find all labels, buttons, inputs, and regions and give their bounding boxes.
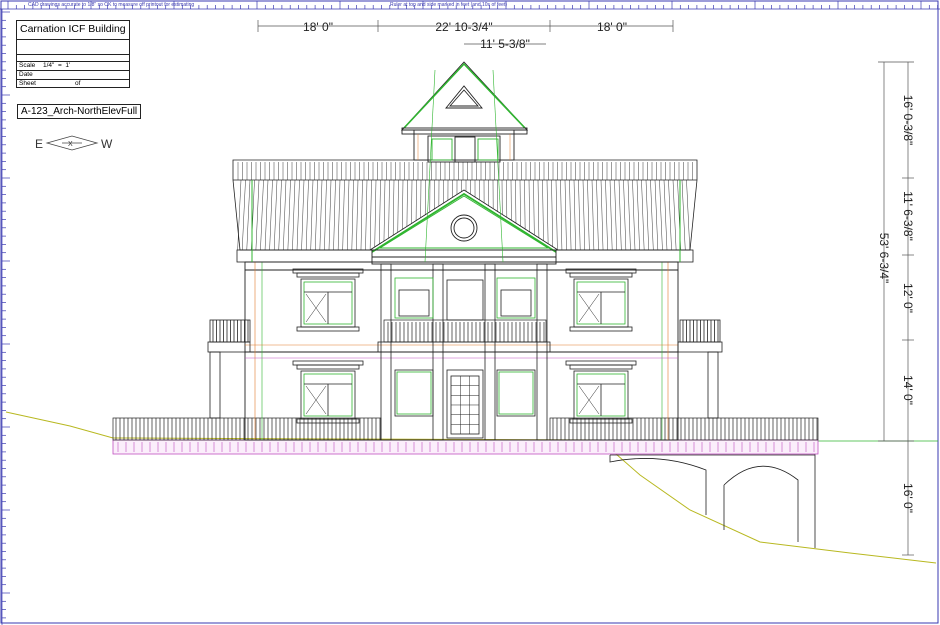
terrace-railing (112, 417, 819, 441)
dim-right-overall: 53' 6-3/4" (877, 233, 891, 284)
sheet-of: of (75, 80, 81, 87)
elevation-drawing: CAD drawings accurate to 1/8" so OK to m… (0, 0, 940, 625)
project-title: Carnation ICF Building (17, 21, 129, 40)
ruler-note-left: CAD drawings accurate to 1/8" so OK to m… (28, 2, 194, 8)
scale-label: Scale (19, 62, 36, 69)
title-block-blank-row (17, 40, 129, 55)
dim-top-center: 22' 10-3/4" (435, 20, 492, 34)
dim-right-level-3: 12' 0" (901, 283, 915, 313)
scale-value: 1/4" = 1' (43, 62, 71, 69)
dimension-lines (257, 20, 914, 556)
title-block: Carnation ICF Building Scale 1/4" = 1' D… (16, 20, 130, 88)
scale-row: Scale 1/4" = 1' (17, 62, 129, 71)
dormer (400, 61, 529, 163)
orientation-mid: X (68, 141, 73, 148)
front-door (446, 369, 484, 439)
facade-windows (292, 268, 637, 424)
ruler-note-right: Ruler at top and side marked in feet (an… (390, 2, 507, 8)
date-row: Date (17, 71, 129, 80)
left-ruler (1, 9, 10, 625)
sheet-row: Sheet of (17, 80, 129, 88)
orientation-east: E (35, 137, 43, 151)
orientation-west: W (101, 137, 113, 151)
dim-top-sub: 11' 5-3/8" (480, 37, 530, 51)
dim-top-right: 18' 0" (597, 20, 627, 34)
drawing-id-box: A-123_Arch-NorthElevFull (17, 104, 142, 119)
drawing-id: A-123_Arch-NorthElevFull (21, 106, 138, 117)
basement-arches (609, 445, 816, 548)
lower-portico-windows (394, 369, 536, 417)
foundation-band (112, 439, 819, 455)
side-wings (207, 319, 723, 419)
house-body (244, 261, 679, 441)
dim-right-level-4: 14' 0" (901, 375, 915, 405)
dim-right-level-5: 16' 0" (901, 483, 915, 513)
portico-balcony (383, 319, 547, 343)
dim-right-level-2: 11' 6-3/8" (901, 191, 915, 241)
dim-top-left: 18' 0" (303, 20, 333, 34)
sheet-label: Sheet (19, 80, 36, 87)
date-label: Date (19, 71, 33, 78)
dim-right-level-1: 16' 0-3/8" (901, 95, 915, 146)
ground-line (5, 411, 937, 564)
drawing-sheet: CAD drawings accurate to 1/8" so OK to m… (0, 0, 940, 625)
upper-portico-windows (394, 277, 536, 321)
title-block-spacer (17, 55, 129, 62)
